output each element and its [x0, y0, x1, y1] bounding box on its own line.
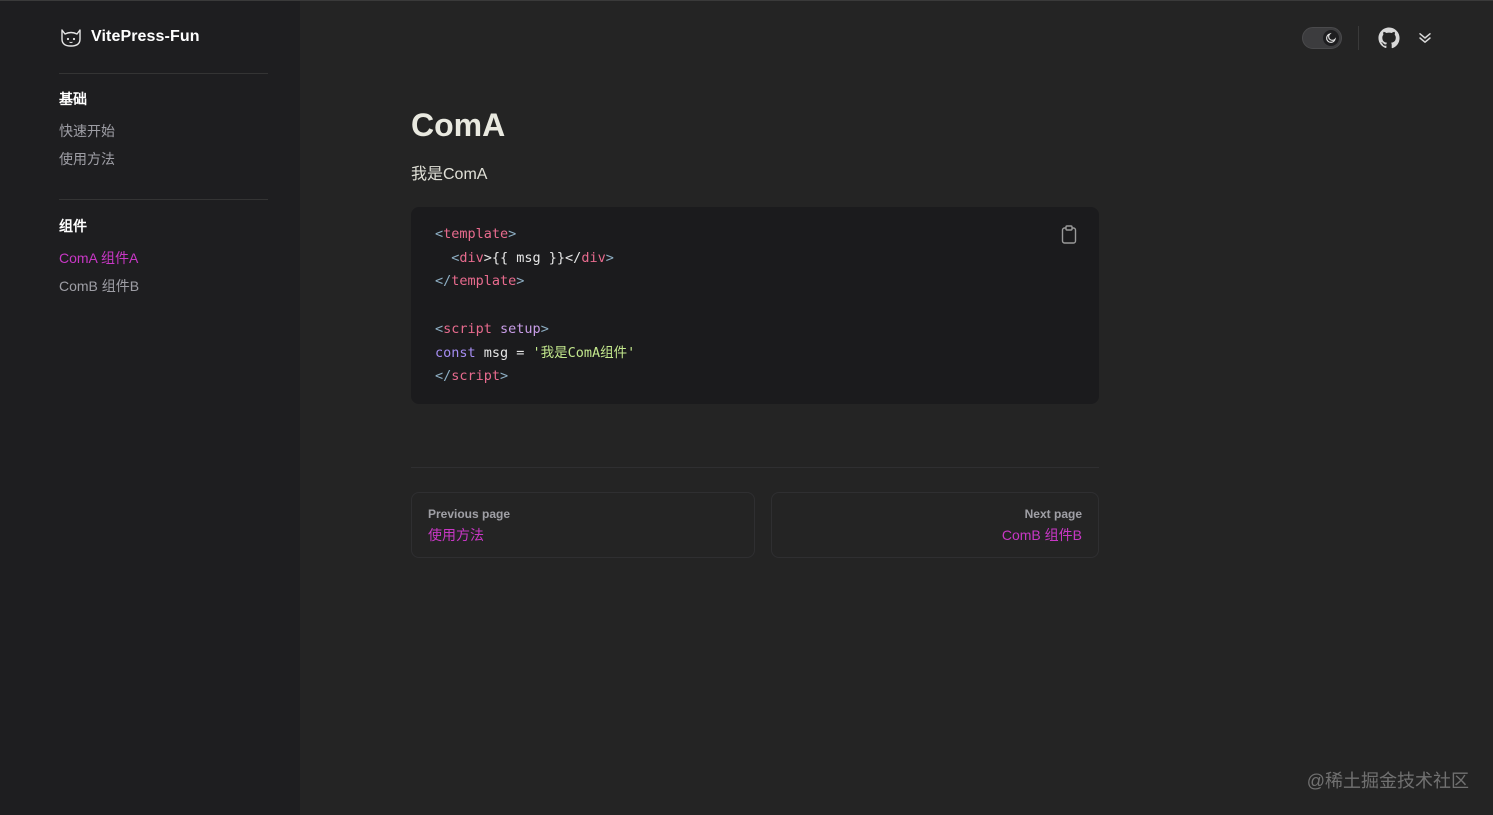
prev-page-link[interactable]: Previous page 使用方法: [411, 492, 755, 558]
moon-icon: [1323, 30, 1339, 46]
sidebar-group-heading: 基础: [59, 91, 87, 107]
code-line: <script setup>: [435, 320, 549, 337]
code-line: <template>: [435, 226, 517, 242]
clipboard-icon[interactable]: [1059, 223, 1079, 245]
sidebar: VitePress-Fun 基础 快速开始 使用方法 组件 ComA 组件A C…: [0, 1, 300, 815]
top-nav-actions: [1302, 25, 1437, 51]
next-page-link[interactable]: Next page ComB 组件B: [771, 492, 1099, 558]
code-content: <template> <div>{{ msg }}</div> </templa…: [435, 223, 1075, 389]
code-line: <div>{{ msg }}</div>: [435, 249, 614, 266]
code-line: </script>: [435, 368, 509, 385]
sidebar-item-coma[interactable]: ComA 组件A: [59, 244, 139, 272]
next-page-desc: Next page: [1024, 507, 1082, 521]
sidebar-divider: [59, 73, 268, 74]
next-page-label: ComB 组件B: [1001, 527, 1082, 543]
sidebar-group-components: 组件 ComA 组件A ComB 组件B: [59, 216, 139, 300]
nav-divider: [1358, 26, 1359, 50]
sidebar-item-quick-start[interactable]: 快速开始: [59, 117, 115, 145]
content-divider: [411, 467, 1099, 468]
sidebar-item-comb[interactable]: ComB 组件B: [59, 272, 139, 300]
brand-title: VitePress-Fun: [91, 28, 200, 45]
sidebar-item-usage[interactable]: 使用方法: [59, 145, 115, 173]
intro-paragraph: 我是ComA: [411, 166, 488, 183]
code-line: </template>: [435, 273, 525, 290]
code-line: const msg = '我是ComA组件': [435, 344, 636, 361]
github-icon[interactable]: [1377, 26, 1401, 50]
watermark: @稀土掘金技术社区: [1306, 771, 1469, 791]
cat-logo-icon: [61, 29, 81, 47]
chevron-double-down-icon[interactable]: [1413, 26, 1437, 50]
appearance-toggle[interactable]: [1302, 27, 1342, 49]
sidebar-group-basics: 基础 快速开始 使用方法: [59, 89, 115, 173]
sidebar-group-heading: 组件: [59, 218, 87, 234]
page-title: ComA: [411, 107, 506, 143]
prev-page-desc: Previous page: [428, 507, 511, 521]
code-block[interactable]: <template> <div>{{ msg }}</div> </templa…: [411, 207, 1099, 404]
brand-link[interactable]: VitePress-Fun: [59, 23, 200, 51]
sidebar-divider: [59, 199, 268, 200]
prev-page-label: 使用方法: [428, 527, 484, 543]
page: VitePress-Fun 基础 快速开始 使用方法 组件 ComA 组件A C…: [0, 0, 1493, 815]
